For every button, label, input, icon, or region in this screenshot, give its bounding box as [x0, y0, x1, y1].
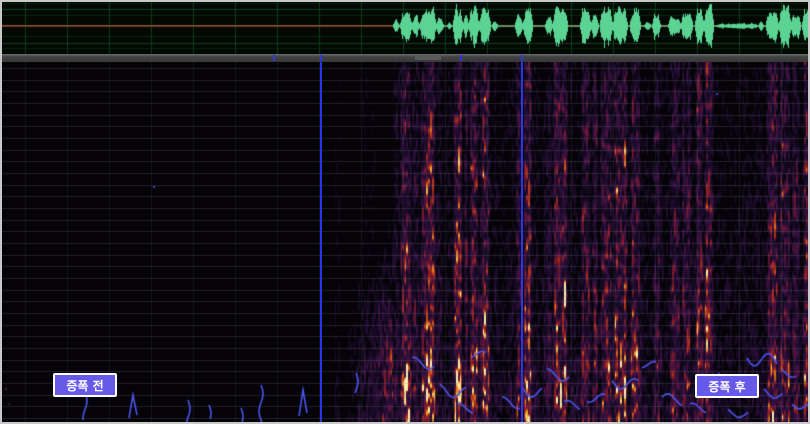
time-marker-line-2[interactable]	[521, 62, 523, 422]
track-divider[interactable]	[2, 54, 808, 62]
after-amplify-label: 증폭 후	[695, 374, 759, 398]
audio-editor-view: 증폭 전 증폭 후	[0, 0, 810, 424]
divider-handle	[415, 56, 441, 60]
marker-tick	[521, 55, 523, 61]
waveform-display[interactable]	[2, 2, 808, 54]
spectrogram-display[interactable]	[2, 62, 808, 422]
before-amplify-label: 증폭 전	[53, 373, 117, 397]
marker-tick	[320, 55, 322, 61]
marker-tick	[460, 55, 462, 61]
time-marker-line-1[interactable]	[320, 62, 322, 422]
marker-tick	[273, 55, 275, 61]
before-amplify-text: 증폭 전	[66, 377, 103, 394]
after-amplify-text: 증폭 후	[708, 378, 745, 395]
